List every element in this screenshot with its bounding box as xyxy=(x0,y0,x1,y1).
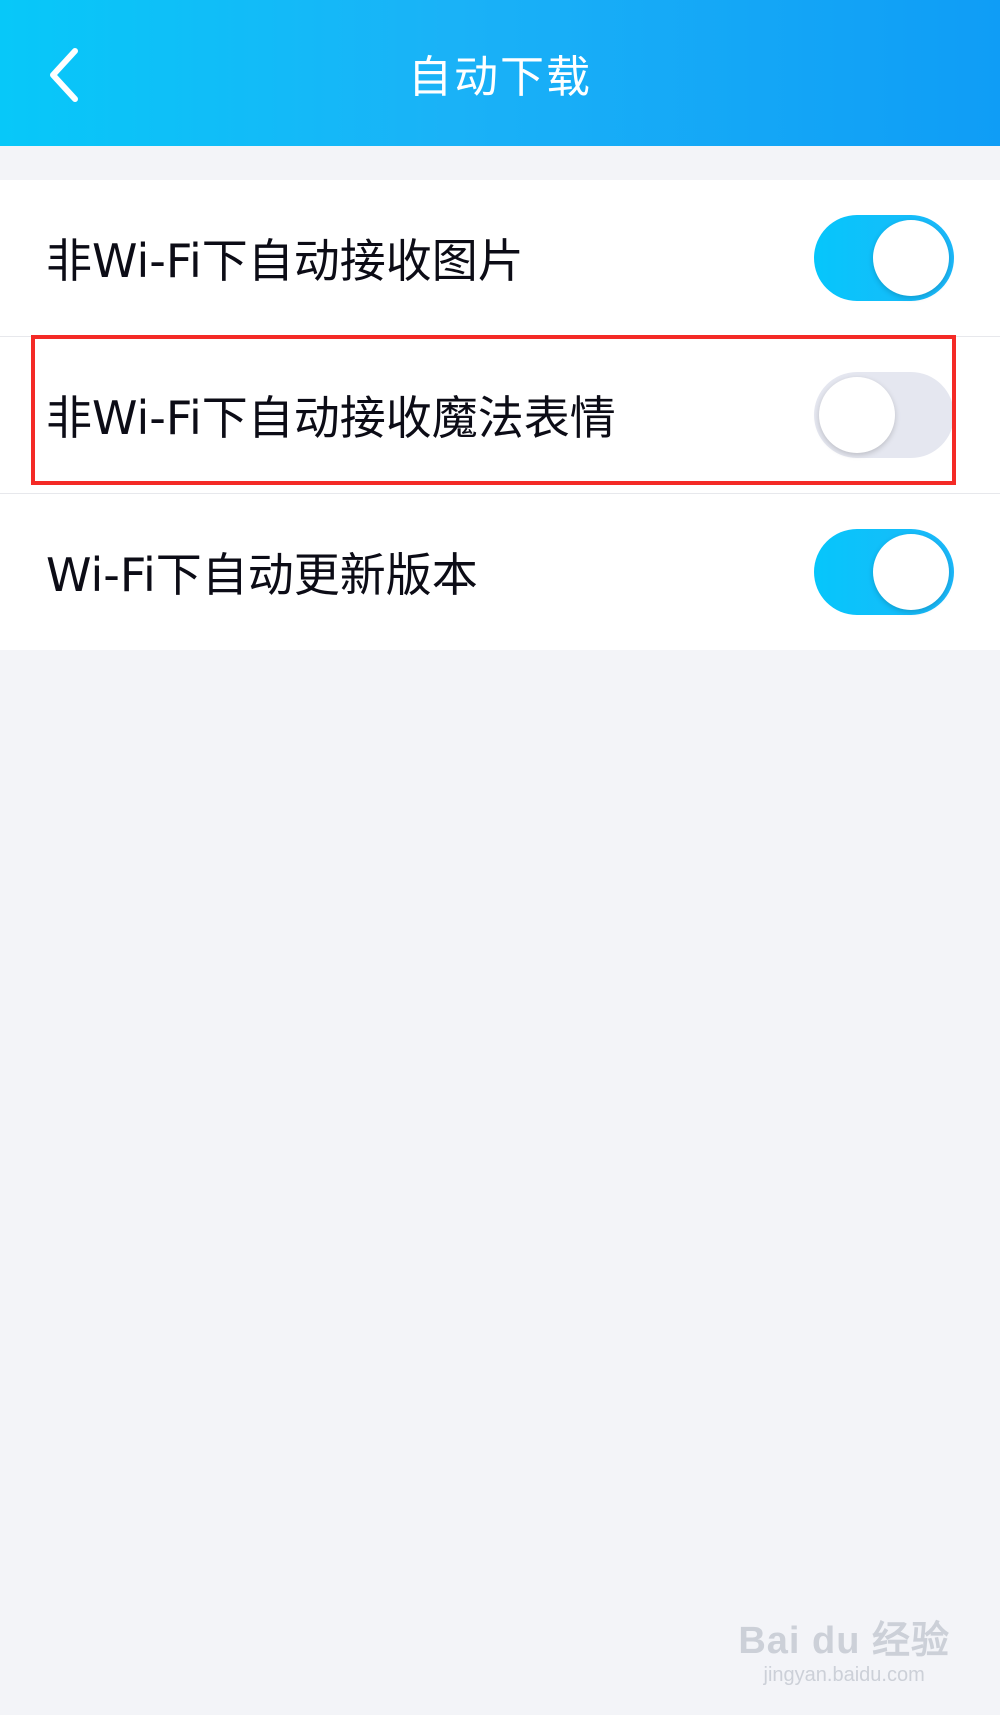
baidu-jingyan-watermark: Bai du 经验 jingyan.baidu.com xyxy=(738,1609,950,1687)
toggle-knob xyxy=(819,377,895,453)
auto-update-version-toggle[interactable] xyxy=(814,529,954,615)
watermark-logo: Bai du 经验 xyxy=(738,1620,950,1662)
auto-receive-magic-emoji-toggle[interactable] xyxy=(814,372,954,458)
toggle-knob xyxy=(873,534,949,610)
header-bar: 自动下载 xyxy=(0,0,1000,146)
setting-row-auto-receive-magic-emoji: 非Wi-Fi下自动接收魔法表情 xyxy=(0,336,1000,493)
settings-list: 非Wi-Fi下自动接收图片 非Wi-Fi下自动接收魔法表情 Wi-Fi下自动更新… xyxy=(0,180,1000,650)
setting-label: 非Wi-Fi下自动接收图片 xyxy=(46,234,524,288)
toggle-knob xyxy=(873,220,949,296)
setting-row-auto-receive-images: 非Wi-Fi下自动接收图片 xyxy=(0,180,1000,336)
setting-label: Wi-Fi下自动更新版本 xyxy=(46,548,478,602)
auto-receive-images-toggle[interactable] xyxy=(814,215,954,301)
setting-label: 非Wi-Fi下自动接收魔法表情 xyxy=(46,391,616,445)
page-title: 自动下载 xyxy=(408,52,592,103)
setting-row-auto-update-version: Wi-Fi下自动更新版本 xyxy=(0,493,1000,650)
watermark-url: jingyan.baidu.com xyxy=(763,1664,925,1686)
